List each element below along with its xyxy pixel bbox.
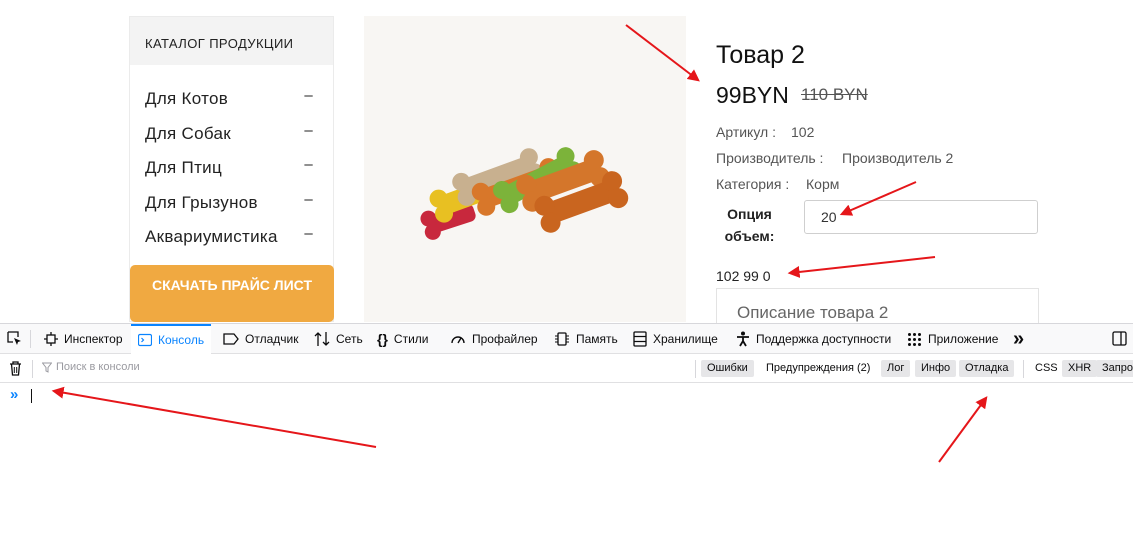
filter-debug[interactable]: Отладка: [959, 360, 1015, 377]
description-tab-label: Описание товара 2: [737, 303, 889, 322]
tab-storage[interactable]: Хранилище: [631, 324, 720, 354]
filter-log[interactable]: Лог: [881, 360, 911, 377]
product-image[interactable]: [364, 16, 686, 322]
product-price: 99BYN: [716, 82, 789, 108]
sidebar-item-label: Для Собак: [145, 123, 232, 143]
tab-debugger[interactable]: Отладчик: [221, 324, 300, 354]
tab-label: Хранилище: [653, 332, 718, 346]
option-volume-field[interactable]: 20: [804, 200, 1038, 234]
tab-label: Стили: [393, 332, 429, 346]
memory-icon: [555, 332, 569, 346]
arrow-to-sum-line: [787, 256, 936, 278]
network-icon: [314, 332, 330, 346]
application-icon: [908, 332, 921, 346]
overflow-tabs-icon[interactable]: »: [1013, 324, 1024, 354]
tab-label: Поддержка доступности: [756, 332, 892, 346]
filter-icon: [42, 362, 52, 373]
category-label: Категория :: [716, 176, 790, 192]
console-search-input[interactable]: Поиск в консоли: [42, 361, 140, 373]
collapse-toggle[interactable]: –: [304, 156, 313, 173]
tab-label: Приложение: [928, 332, 999, 346]
sidebar-item-rodents[interactable]: Для Грызунов –: [130, 191, 333, 228]
tab-application[interactable]: Приложение: [905, 324, 1000, 354]
price-sum-output: 102 99 0: [716, 268, 771, 284]
profiler-icon: [451, 336, 465, 344]
catalog-list: Для Котов – Для Собак – Для Птиц – Для Г…: [130, 65, 333, 262]
element-picker-icon[interactable]: [7, 331, 22, 351]
style-editor-icon: {}: [377, 331, 388, 347]
inspector-icon: [44, 332, 58, 346]
tab-inspector[interactable]: Инспектор: [40, 324, 127, 354]
filter-warnings[interactable]: Предупреждения (2): [760, 360, 876, 377]
maker-value: Производитель 2: [842, 150, 954, 166]
filter-divider: [1023, 360, 1024, 378]
search-placeholder: Поиск в консоли: [56, 361, 140, 373]
article-label: Артикул :: [716, 124, 776, 140]
article-value: 102: [791, 124, 815, 140]
text-caret: [31, 389, 32, 403]
tab-label: Профайлер: [472, 332, 538, 346]
maker-label: Производитель :: [716, 150, 824, 166]
sidebar-item-birds[interactable]: Для Птиц –: [130, 156, 333, 193]
filter-requests[interactable]: Запро: [1096, 360, 1133, 377]
tab-label: Отладчик: [245, 332, 299, 346]
tab-label: Память: [576, 332, 618, 346]
filter-css[interactable]: CSS: [1029, 360, 1064, 377]
toolbar-divider: [30, 330, 31, 348]
dock-side-icon[interactable]: [1112, 331, 1127, 351]
filter-divider: [32, 360, 33, 378]
tab-style-editor[interactable]: {} Стили: [375, 324, 430, 354]
console-icon: [138, 333, 152, 347]
console-prompt-icon: »: [10, 386, 19, 403]
tab-label: Инспектор: [64, 332, 123, 346]
sidebar-item-aquarium[interactable]: Аквариумистика –: [130, 225, 333, 262]
collapse-toggle[interactable]: –: [304, 225, 313, 242]
console-filter-bar: Поиск в консоли Ошибки Предупреждения (2…: [0, 354, 1133, 383]
tab-memory[interactable]: Память: [552, 324, 620, 354]
filter-info[interactable]: Инфо: [915, 360, 957, 377]
tab-label: Сеть: [336, 332, 363, 346]
sidebar-item-label: Для Котов: [145, 89, 229, 108]
sidebar-item-label: Для Птиц: [145, 158, 222, 177]
tab-console[interactable]: Консоль: [131, 324, 212, 354]
product-old-price: 110 BYN: [801, 85, 868, 104]
tab-accessibility[interactable]: Поддержка доступности: [734, 324, 893, 354]
filter-divider: [695, 360, 696, 378]
accessibility-icon: [737, 331, 749, 347]
catalog-header: КАТАЛОГ ПРОДУКЦИИ: [130, 17, 333, 65]
filter-xhr[interactable]: XHR: [1062, 360, 1098, 377]
devtools-panel: Инспектор Консоль Отладчик Сеть {} Стили…: [0, 323, 1133, 557]
description-tab[interactable]: Описание товара 2: [716, 288, 1039, 328]
collapse-toggle[interactable]: –: [304, 122, 313, 139]
collapse-toggle[interactable]: –: [304, 87, 313, 104]
category-value: Корм: [806, 176, 840, 192]
tab-label: Консоль: [158, 333, 205, 347]
debugger-icon: [223, 333, 239, 345]
collapse-toggle[interactable]: –: [304, 191, 313, 208]
console-input-line[interactable]: »: [0, 384, 1133, 408]
sidebar-item-cats[interactable]: Для Котов –: [130, 87, 333, 124]
devtools-toolbar: Инспектор Консоль Отладчик Сеть {} Стили…: [0, 324, 1133, 354]
sidebar-item-label: Для Грызунов: [145, 192, 258, 212]
catalog-sidebar: КАТАЛОГ ПРОДУКЦИИ Для Котов – Для Собак …: [129, 16, 334, 322]
filter-errors[interactable]: Ошибки: [701, 360, 754, 377]
product-title: Товар 2: [716, 41, 805, 69]
tab-network[interactable]: Сеть: [312, 324, 365, 354]
sidebar-item-dogs[interactable]: Для Собак –: [130, 122, 333, 159]
download-price-list-button[interactable]: СКАЧАТЬ ПРАЙС ЛИСТ: [130, 265, 334, 322]
dog-treat-bones-image: [420, 147, 629, 240]
tab-profiler[interactable]: Профайлер: [448, 324, 540, 354]
sidebar-item-label: Аквариумистика: [145, 227, 278, 246]
option-volume-label: Опция объем:: [724, 206, 775, 244]
storage-icon: [633, 331, 647, 347]
trash-icon[interactable]: [9, 361, 22, 381]
